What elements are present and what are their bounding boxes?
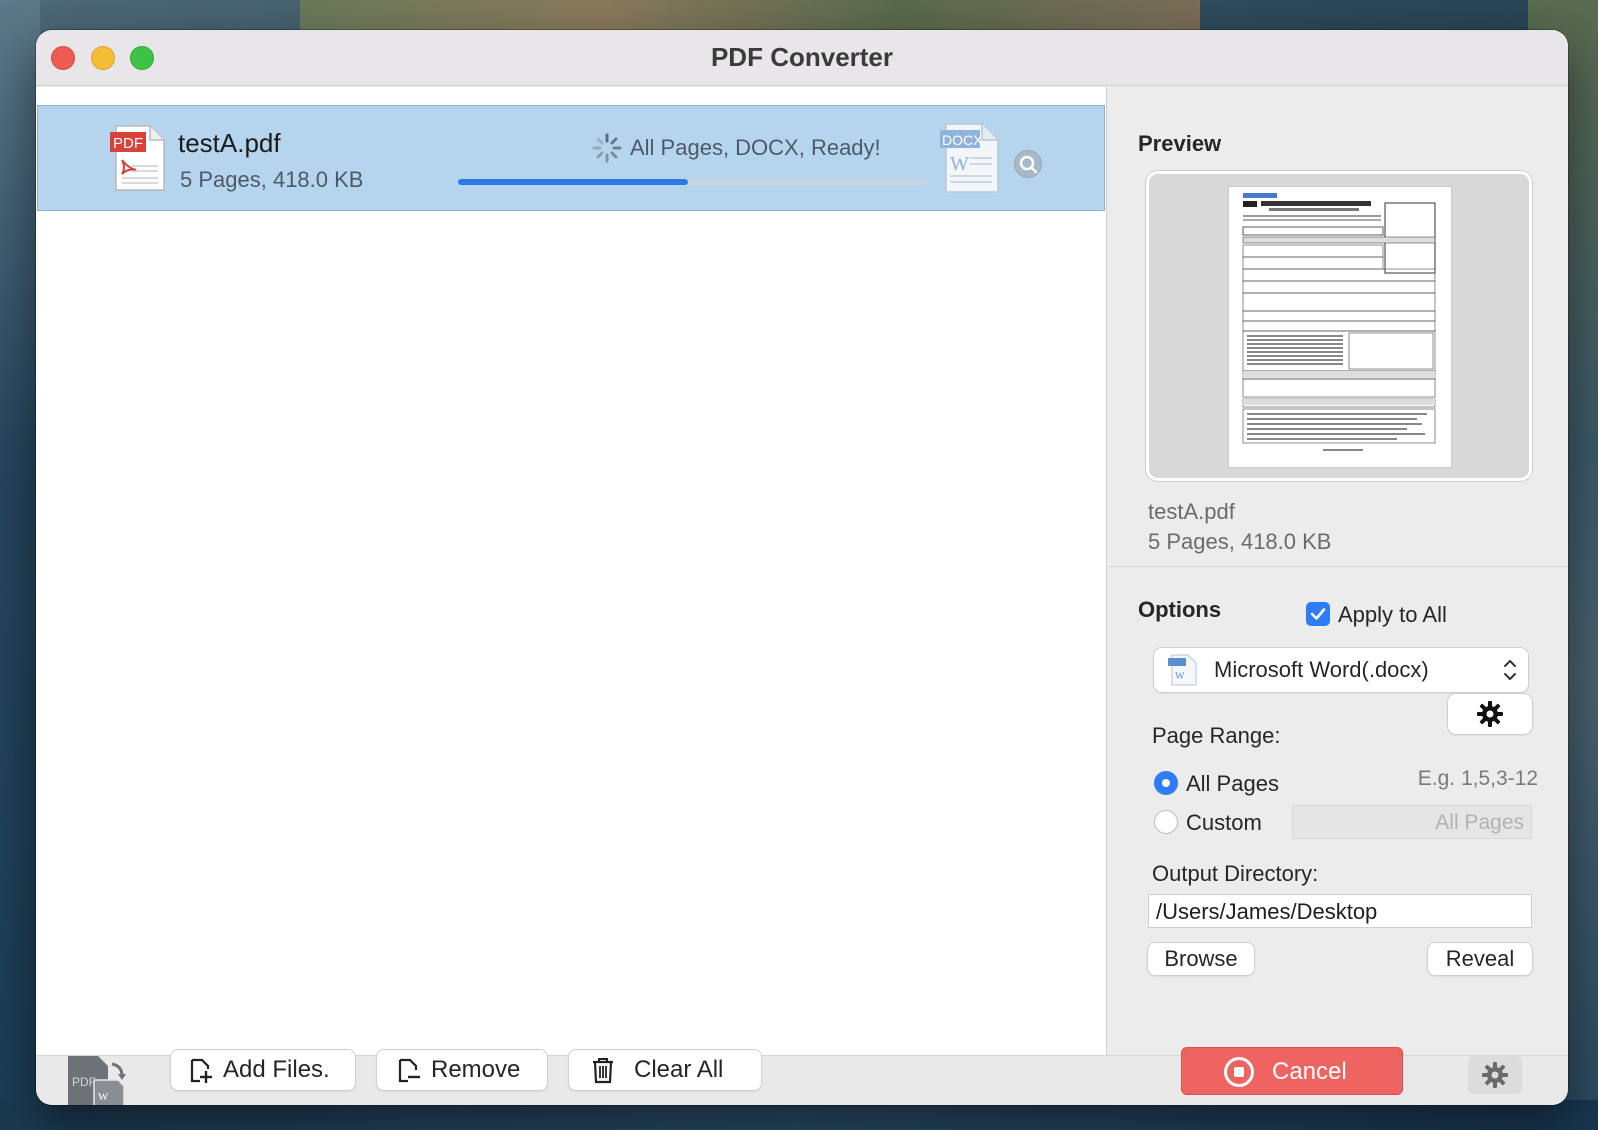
cancel-button[interactable]: Cancel: [1181, 1047, 1403, 1095]
custom-range-input[interactable]: All Pages: [1292, 805, 1532, 839]
progress-fill: [458, 179, 689, 185]
window-title: PDF Converter: [710, 42, 894, 72]
preview-page-thumbnail: [1228, 186, 1452, 468]
svg-text:PDF: PDF: [113, 135, 143, 152]
pdf-file-icon: PDF: [110, 124, 166, 192]
app-window: PDF Converter PDF testA.pdf 5 Pages, 418…: [36, 30, 1568, 1105]
svg-text:PDF: PDF: [72, 1075, 96, 1089]
output-format-label: Microsoft Word(.docx): [1214, 657, 1429, 682]
custom-range-radio[interactable]: [1154, 810, 1178, 834]
clear-all-label: Clear All: [634, 1056, 724, 1083]
apply-to-all-checkbox[interactable]: [1306, 602, 1330, 626]
magnifier-icon[interactable]: [1014, 150, 1042, 178]
page-range-settings-button[interactable]: [1448, 694, 1532, 734]
app-logo-icon: PDF W: [64, 1050, 130, 1105]
remove-label: Remove: [431, 1056, 521, 1083]
cancel-label: Cancel: [1272, 1058, 1347, 1085]
output-directory-label: Output Directory:: [1152, 861, 1319, 886]
add-files-button[interactable]: Add Files.: [171, 1050, 355, 1090]
clear-all-button[interactable]: Clear All: [569, 1050, 761, 1090]
side-panel: Preview testA.pdf 5 Pages, 418.0 KB Opti…: [1108, 87, 1568, 1055]
gear-icon: [1477, 701, 1503, 727]
svg-text:W: W: [950, 153, 969, 175]
file-row[interactable]: PDF testA.pdf 5 Pages, 418.0 KB All Page…: [37, 105, 1105, 211]
remove-button[interactable]: Remove: [377, 1050, 547, 1090]
docx-file-icon: DOCX W: [940, 122, 1000, 194]
preview-frame: [1146, 171, 1532, 481]
chevron-updown-icon: [1502, 656, 1518, 684]
desktop-wallpaper-left: [0, 0, 40, 1130]
output-format-select[interactable]: W Microsoft Word(.docx): [1154, 648, 1528, 692]
add-file-icon: [190, 1058, 212, 1083]
bottom-toolbar: PDF W Add Files. Remove Clear All Cancel: [36, 1047, 1568, 1105]
output-directory-field[interactable]: /Users/James/Desktop: [1148, 894, 1532, 928]
trash-icon: [593, 1058, 613, 1084]
loading-spinner-icon: [591, 132, 623, 164]
file-status: All Pages, DOCX, Ready!: [630, 135, 881, 160]
browse-button[interactable]: Browse: [1148, 943, 1254, 975]
file-list[interactable]: PDF testA.pdf 5 Pages, 418.0 KB All Page…: [36, 87, 1107, 1055]
preview-file-meta: 5 Pages, 418.0 KB: [1148, 529, 1332, 554]
preview-heading: Preview: [1138, 131, 1222, 156]
docx-format-icon: W: [1168, 654, 1198, 686]
page-range-example-hint: E.g. 1,5,3-12: [1417, 767, 1538, 790]
stop-icon: [1224, 1057, 1254, 1087]
svg-text:W: W: [1175, 671, 1185, 682]
settings-button[interactable]: [1468, 1056, 1522, 1094]
options-heading: Options: [1138, 597, 1222, 622]
conversion-progress-bar: [458, 179, 928, 185]
panel-divider: [1108, 566, 1568, 567]
svg-text:DOCX: DOCX: [942, 132, 983, 148]
remove-file-icon: [398, 1058, 420, 1083]
gear-icon: [1482, 1062, 1508, 1088]
file-meta: 5 Pages, 418.0 KB: [180, 167, 364, 192]
add-files-label: Add Files.: [223, 1056, 330, 1083]
file-name: testA.pdf: [178, 128, 281, 158]
preview-file-name: testA.pdf: [1148, 499, 1235, 524]
all-pages-label[interactable]: All Pages: [1186, 771, 1279, 797]
page-range-label: Page Range:: [1152, 723, 1281, 748]
reveal-button[interactable]: Reveal: [1428, 943, 1532, 975]
all-pages-radio[interactable]: [1154, 771, 1178, 795]
apply-to-all-label[interactable]: Apply to All: [1338, 602, 1447, 628]
title-bar: PDF Converter: [36, 30, 1568, 86]
custom-range-label[interactable]: Custom: [1186, 810, 1262, 836]
svg-text:W: W: [98, 1091, 109, 1103]
